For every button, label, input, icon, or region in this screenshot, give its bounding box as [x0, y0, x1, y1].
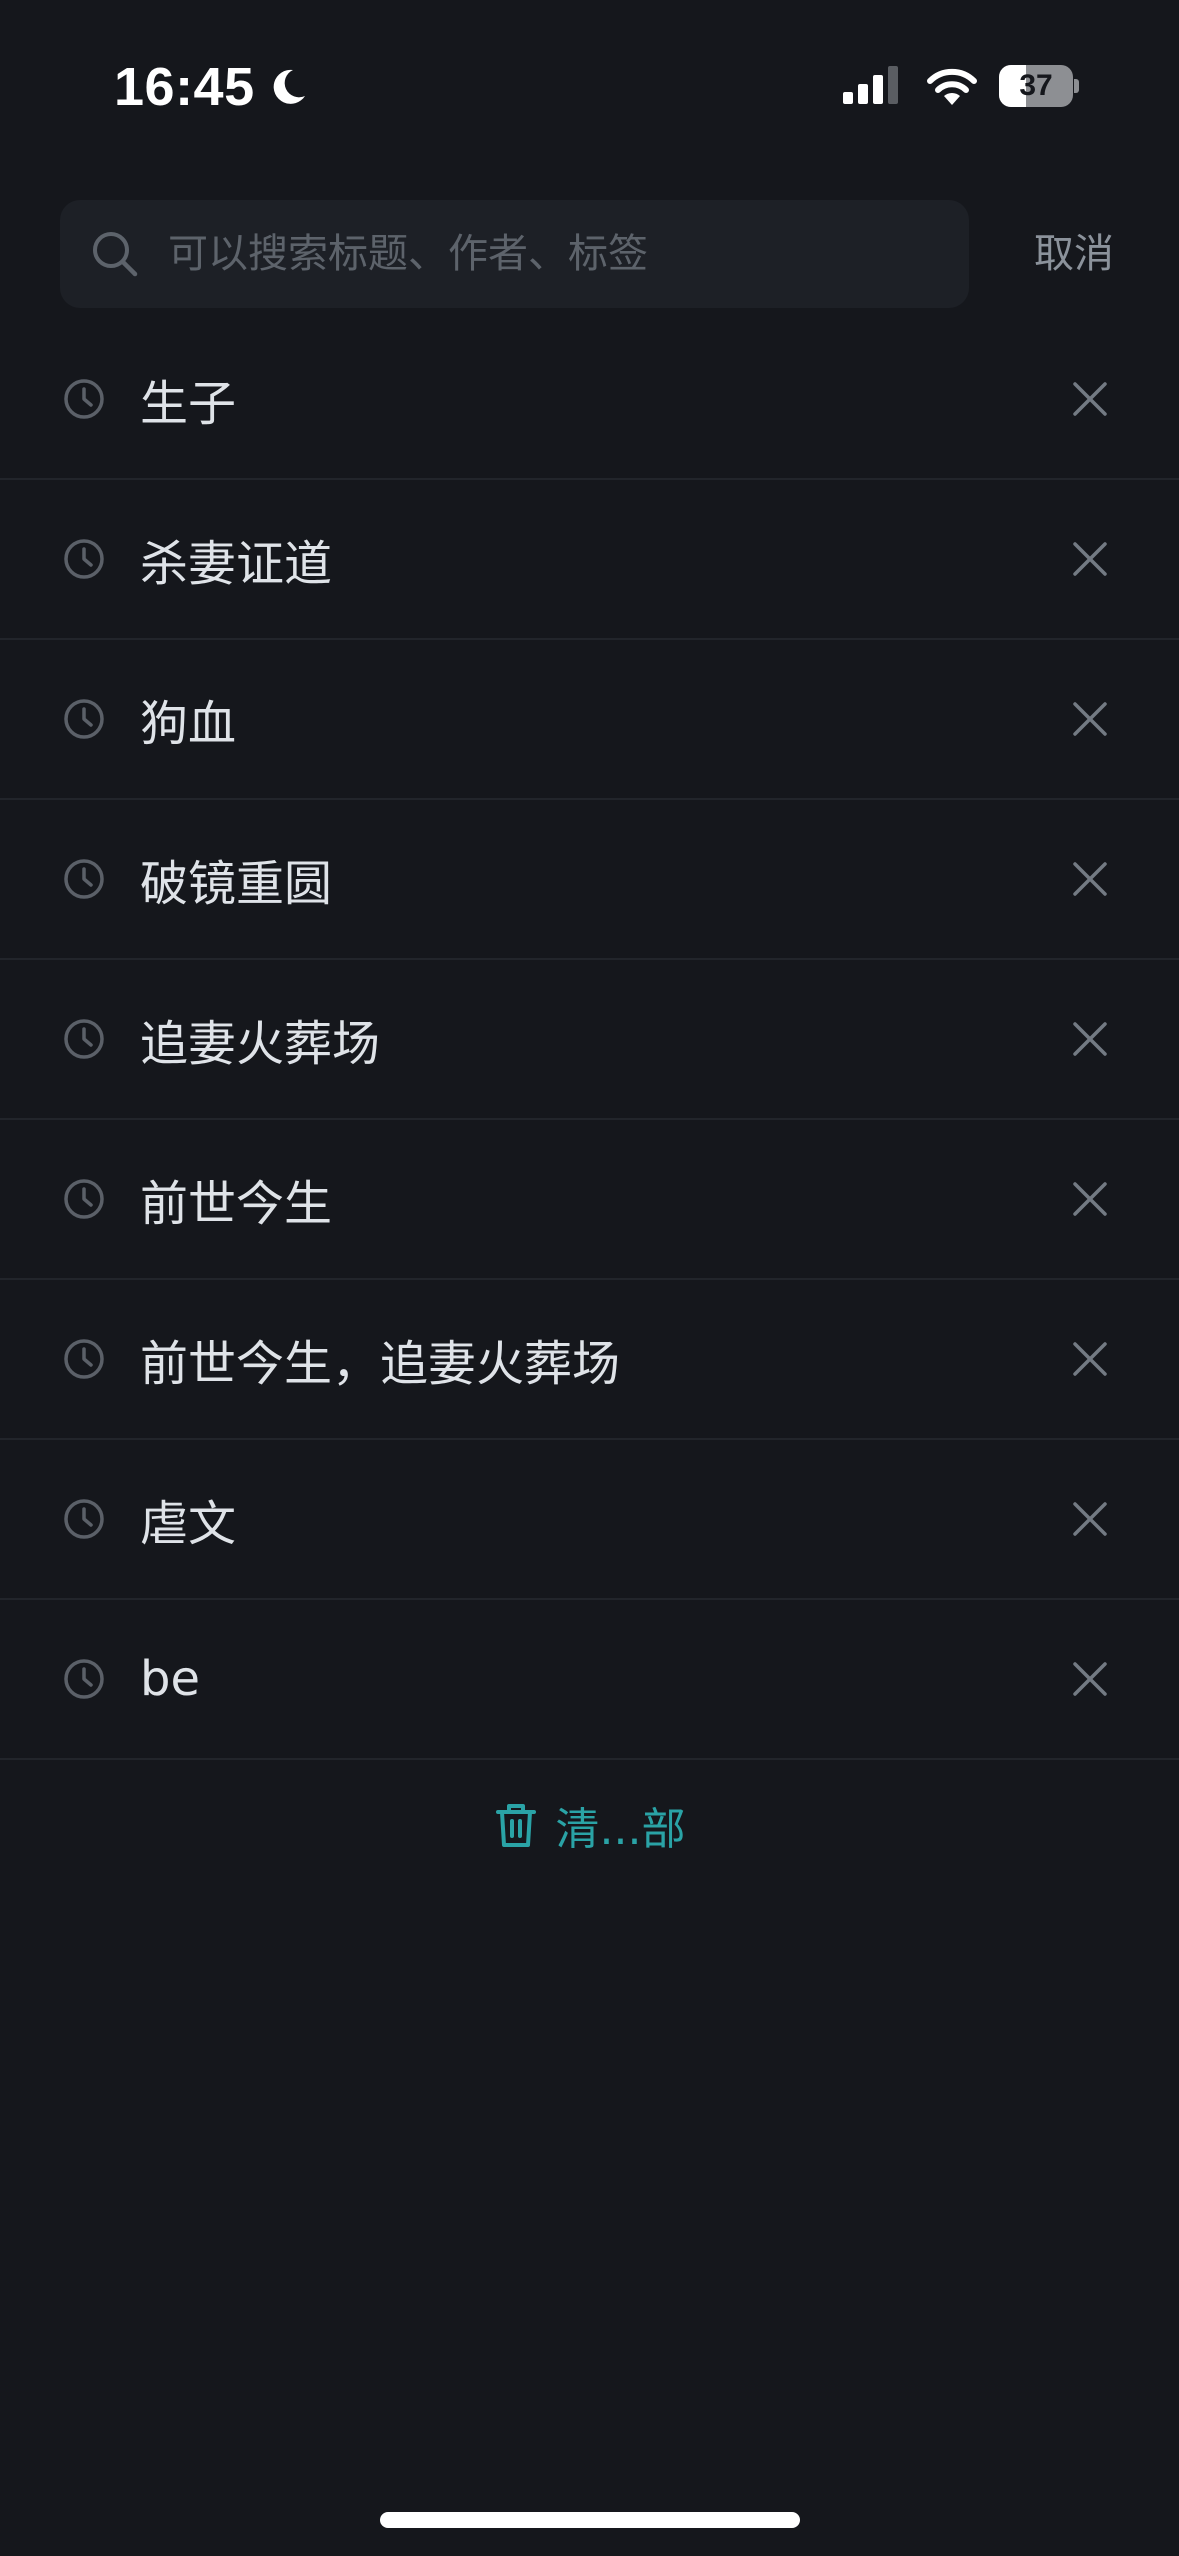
battery-icon: 37	[999, 65, 1079, 107]
battery-cap	[1074, 79, 1079, 93]
history-item[interactable]: 虐文	[0, 1440, 1179, 1600]
status-time: 16:45	[114, 57, 255, 117]
history-item[interactable]: 追妻火葬场	[0, 960, 1179, 1120]
close-icon[interactable]	[1071, 1180, 1109, 1218]
clock-icon	[64, 859, 104, 899]
search-icon	[93, 232, 138, 277]
clock-icon	[64, 539, 104, 579]
history-item-label: 狗血	[140, 696, 237, 752]
status-time-group: 16:45	[114, 52, 309, 122]
history-item-label: 生子	[140, 376, 237, 432]
clock-icon	[64, 379, 104, 419]
status-bar: 16:45 37	[0, 0, 1179, 170]
history-item[interactable]: 前世今生	[0, 1120, 1179, 1280]
history-item[interactable]: 生子	[0, 320, 1179, 480]
close-icon[interactable]	[1071, 540, 1109, 578]
history-item-label: 前世今生	[140, 1176, 333, 1232]
close-icon[interactable]	[1071, 1340, 1109, 1378]
history-item[interactable]: 前世今生，追妻火葬场	[0, 1280, 1179, 1440]
status-icons: 37	[843, 60, 1079, 112]
clock-icon	[64, 1659, 104, 1699]
close-icon[interactable]	[1071, 380, 1109, 418]
battery-level: 37	[1019, 69, 1053, 102]
close-icon[interactable]	[1071, 1500, 1109, 1538]
home-indicator[interactable]	[380, 2512, 800, 2528]
close-icon[interactable]	[1071, 1020, 1109, 1058]
history-item-label: 杀妻证道	[140, 536, 333, 592]
close-icon[interactable]	[1071, 860, 1109, 898]
history-item-label: 前世今生，追妻火葬场	[140, 1336, 621, 1392]
history-item[interactable]: 破镜重圆	[0, 800, 1179, 960]
clear-history-label: 清...部	[555, 1804, 686, 1855]
close-icon[interactable]	[1071, 1660, 1109, 1698]
search-input[interactable]	[166, 218, 969, 290]
search-row: 取消	[0, 200, 1179, 308]
search-box[interactable]	[60, 200, 969, 308]
history-item[interactable]: 杀妻证道	[0, 480, 1179, 640]
search-history-list: 生子杀妻证道狗血破镜重圆追妻火葬场前世今生前世今生，追妻火葬场 虐文 be	[0, 320, 1179, 1760]
clock-icon	[64, 1339, 104, 1379]
clock-icon	[64, 1499, 104, 1539]
clock-icon	[64, 1179, 104, 1219]
history-item[interactable]: be	[0, 1600, 1179, 1760]
history-item-label: be	[140, 1651, 200, 1707]
clock-icon	[64, 1019, 104, 1059]
trash-icon	[495, 1804, 536, 1847]
clear-history-button[interactable]: 清...部	[0, 1790, 1179, 1860]
clock-icon	[64, 699, 104, 739]
signal-icon	[843, 66, 898, 104]
wifi-icon	[927, 68, 977, 105]
close-icon[interactable]	[1071, 700, 1109, 738]
history-item-label: 虐文	[140, 1496, 237, 1552]
battery-body: 37	[999, 65, 1073, 107]
history-item[interactable]: 狗血	[0, 640, 1179, 800]
cancel-button[interactable]: 取消	[1034, 200, 1114, 308]
history-item-label: 破镜重圆	[140, 856, 333, 912]
history-item-label: 追妻火葬场	[140, 1016, 381, 1072]
moon-icon	[273, 69, 305, 104]
